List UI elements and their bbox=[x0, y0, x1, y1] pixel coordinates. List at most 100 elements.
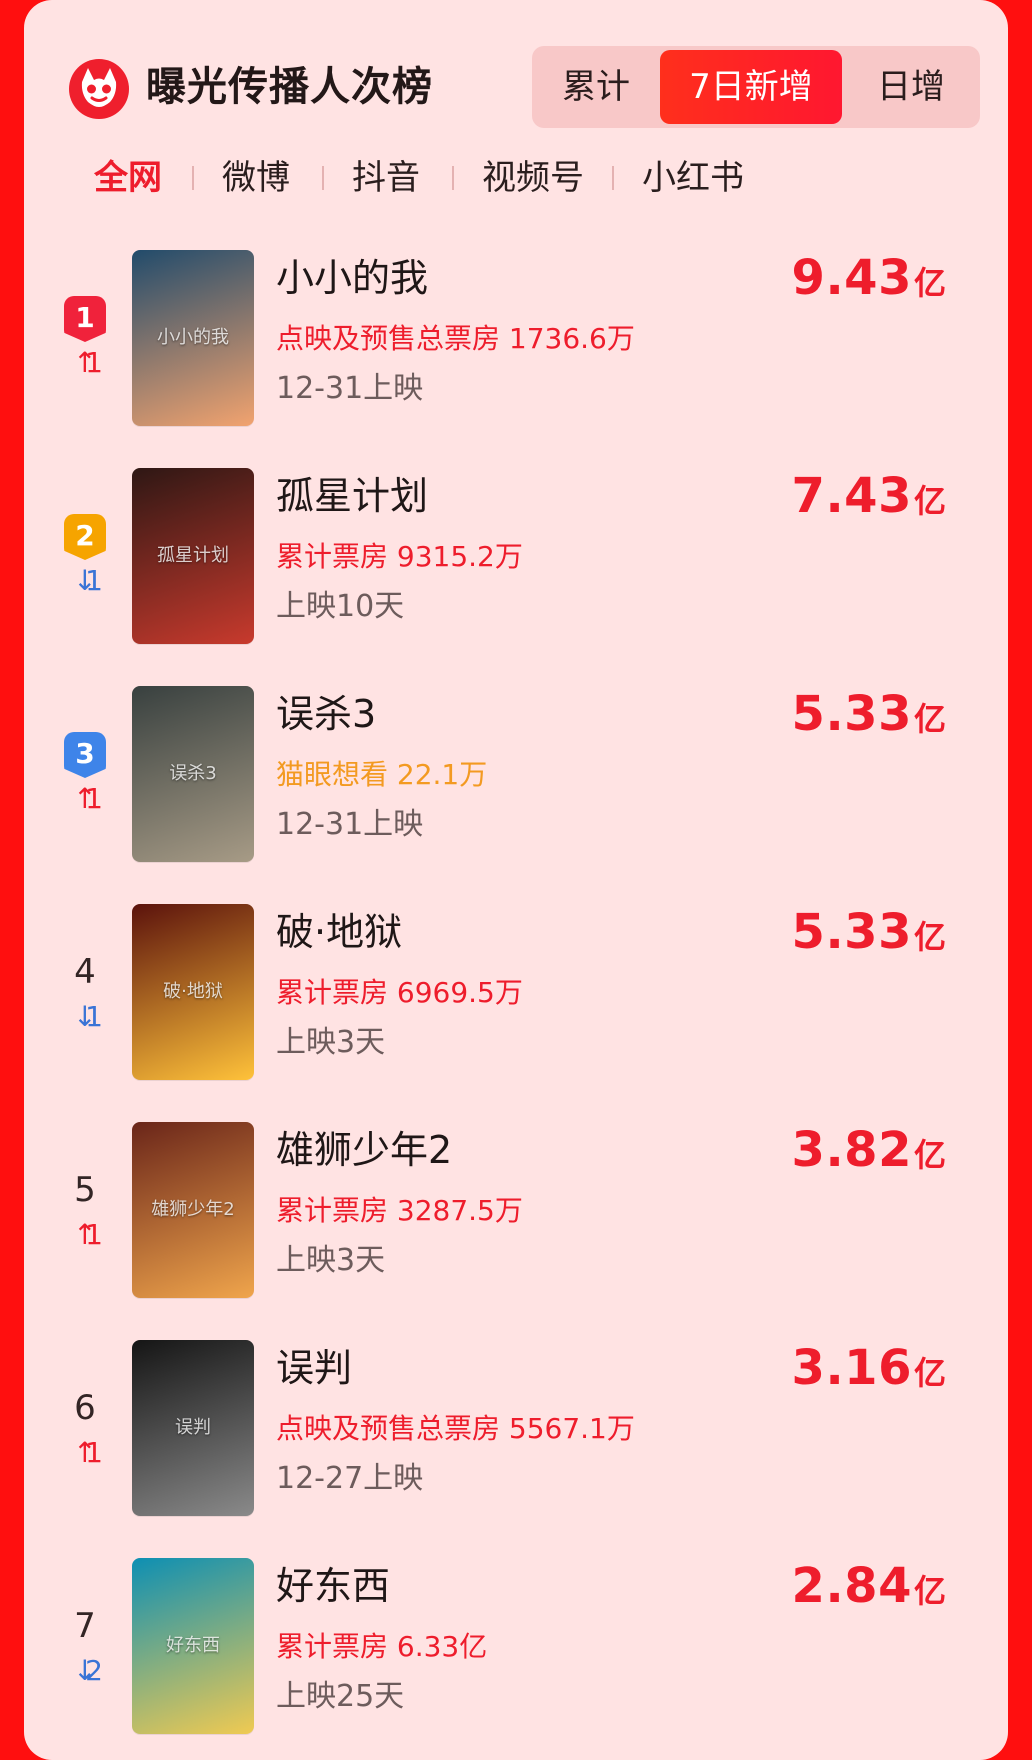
tab-divider bbox=[452, 166, 454, 190]
rank-change: ↑1 bbox=[62, 784, 114, 814]
rank-change-value: 1 bbox=[85, 1000, 103, 1033]
movie-row[interactable]: 5 ↑1 雄狮少年2 雄狮少年2 累计票房 3287.5万 上映3天 3.82亿 bbox=[24, 1122, 1008, 1342]
rank-change-value: 1 bbox=[85, 564, 103, 597]
movie-poster[interactable]: 雄狮少年2 bbox=[132, 1122, 254, 1298]
rank-change-value: 1 bbox=[85, 1218, 103, 1251]
movie-box-office-info: 累计票房 6.33亿 bbox=[276, 1630, 488, 1663]
rank-cell: 2 ↓1 bbox=[62, 506, 114, 626]
movie-title[interactable]: 孤星计划 bbox=[276, 468, 428, 524]
movie-row[interactable]: 1 ↑1 小小的我 小小的我 点映及预售总票房 1736.6万 12-31上映 9.43亿 bbox=[24, 250, 1008, 470]
tab-cumulative[interactable]: 累计 bbox=[540, 50, 652, 124]
exposure-unit: 亿 bbox=[913, 1572, 946, 1610]
movie-poster[interactable]: 小小的我 bbox=[132, 250, 254, 426]
tab-7day-new[interactable]: 7日新增 bbox=[660, 50, 842, 124]
movie-poster[interactable]: 误杀3 bbox=[132, 686, 254, 862]
arrow-down-icon: ↓ bbox=[73, 1654, 97, 1687]
rank-change: ↓2 bbox=[62, 1656, 114, 1686]
arrow-down-icon: ↓ bbox=[73, 564, 97, 597]
poster-title: 误判 bbox=[175, 1417, 211, 1439]
exposure-number: 3.82 bbox=[791, 1122, 912, 1178]
arrow-up-icon: ↑ bbox=[73, 346, 97, 379]
movie-box-office-info: 累计票房 3287.5万 bbox=[276, 1194, 523, 1227]
exposure-value: 3.82亿 bbox=[792, 1122, 946, 1189]
movie-title[interactable]: 误判 bbox=[276, 1340, 352, 1396]
arrow-up-icon: ↑ bbox=[73, 782, 97, 815]
movie-poster[interactable]: 好东西 bbox=[132, 1558, 254, 1734]
exposure-unit: 亿 bbox=[913, 482, 946, 520]
exposure-number: 7.43 bbox=[791, 468, 912, 524]
poster-title: 孤星计划 bbox=[157, 545, 229, 567]
movie-poster[interactable]: 破·地狱 bbox=[132, 904, 254, 1080]
rank-cell: 6 ↑1 bbox=[62, 1378, 114, 1498]
movie-row[interactable]: 6 ↑1 误判 误判 点映及预售总票房 5567.1万 12-27上映 3.16亿 bbox=[24, 1340, 1008, 1560]
rank-change: ↑1 bbox=[62, 1438, 114, 1468]
movie-title[interactable]: 好东西 bbox=[276, 1558, 390, 1614]
exposure-value: 2.84亿 bbox=[792, 1558, 946, 1625]
rank-number: 6 bbox=[74, 1388, 96, 1428]
rank-cell: 3 ↑1 bbox=[62, 724, 114, 844]
movie-release-info: 12-31上映 bbox=[276, 807, 424, 842]
rank-cell: 1 ↑1 bbox=[62, 288, 114, 408]
arrow-up-icon: ↑ bbox=[73, 1218, 97, 1251]
exposure-unit: 亿 bbox=[913, 264, 946, 302]
rank-change-value: 1 bbox=[85, 1436, 103, 1469]
movie-box-office-info: 点映及预售总票房 1736.6万 bbox=[276, 322, 635, 355]
page-title: 曝光传播人次榜 bbox=[146, 64, 433, 110]
rank-change: ↑1 bbox=[62, 1220, 114, 1250]
movie-release-info: 12-27上映 bbox=[276, 1461, 424, 1496]
rank-change-value: 1 bbox=[85, 346, 103, 379]
tab-weibo[interactable]: 微博 bbox=[222, 156, 290, 200]
poster-title: 破·地狱 bbox=[163, 981, 223, 1003]
rank-change: ↓1 bbox=[62, 566, 114, 596]
tab-douyin[interactable]: 抖音 bbox=[352, 156, 420, 200]
movie-box-office-info: 猫眼想看 22.1万 bbox=[276, 758, 488, 791]
rank-cell: 7 ↓2 bbox=[62, 1596, 114, 1716]
movie-row[interactable]: 3 ↑1 误杀3 误杀3 猫眼想看 22.1万 12-31上映 5.33亿 bbox=[24, 686, 1008, 906]
tab-divider bbox=[192, 166, 194, 190]
movie-title[interactable]: 误杀3 bbox=[276, 686, 376, 742]
movie-release-info: 上映10天 bbox=[276, 589, 405, 624]
movie-poster[interactable]: 孤星计划 bbox=[132, 468, 254, 644]
arrow-up-icon: ↑ bbox=[73, 1436, 97, 1469]
movie-title[interactable]: 小小的我 bbox=[276, 250, 428, 306]
tab-daily-new[interactable]: 日增 bbox=[850, 50, 972, 124]
movie-row[interactable]: 2 ↓1 孤星计划 孤星计划 累计票房 9315.2万 上映10天 7.43亿 bbox=[24, 468, 1008, 688]
tab-video-account[interactable]: 视频号 bbox=[482, 156, 584, 200]
exposure-value: 5.33亿 bbox=[792, 904, 946, 971]
period-switch: 累计 7日新增 日增 bbox=[532, 46, 980, 128]
movie-release-info: 上映3天 bbox=[276, 1025, 386, 1060]
tab-divider bbox=[322, 166, 324, 190]
tab-all-network[interactable]: 全网 bbox=[94, 156, 162, 200]
exposure-value: 3.16亿 bbox=[792, 1340, 946, 1407]
tab-divider bbox=[612, 166, 614, 190]
exposure-value: 5.33亿 bbox=[792, 686, 946, 753]
poster-title: 雄狮少年2 bbox=[151, 1199, 235, 1221]
exposure-unit: 亿 bbox=[913, 918, 946, 956]
exposure-unit: 亿 bbox=[913, 1136, 946, 1174]
exposure-number: 5.33 bbox=[791, 686, 912, 742]
exposure-value: 7.43亿 bbox=[792, 468, 946, 535]
movie-release-info: 上映3天 bbox=[276, 1243, 386, 1278]
rank-cell: 5 ↑1 bbox=[62, 1160, 114, 1280]
movie-row[interactable]: 7 ↓2 好东西 好东西 累计票房 6.33亿 上映25天 2.84亿 bbox=[24, 1558, 1008, 1760]
rank-badge: 2 bbox=[64, 514, 106, 560]
movie-box-office-info: 累计票房 6969.5万 bbox=[276, 976, 523, 1009]
rank-number: 4 bbox=[74, 952, 96, 992]
movie-box-office-info: 点映及预售总票房 5567.1万 bbox=[276, 1412, 635, 1445]
rank-badge: 1 bbox=[64, 296, 106, 342]
movie-row[interactable]: 4 ↓1 破·地狱 破·地狱 累计票房 6969.5万 上映3天 5.33亿 bbox=[24, 904, 1008, 1124]
movie-title[interactable]: 雄狮少年2 bbox=[276, 1122, 452, 1178]
movie-poster[interactable]: 误判 bbox=[132, 1340, 254, 1516]
tab-xiaohongshu[interactable]: 小红书 bbox=[642, 156, 744, 200]
ranking-card: 曝光传播人次榜 累计 7日新增 日增 全网 微博 抖音 视频号 小红书 1 ↑1 小… bbox=[24, 0, 1008, 1760]
rank-change: ↑1 bbox=[62, 348, 114, 378]
movie-box-office-info: 累计票房 9315.2万 bbox=[276, 540, 523, 573]
movie-title[interactable]: 破·地狱 bbox=[276, 904, 402, 960]
movie-release-info: 上映25天 bbox=[276, 1679, 405, 1714]
rank-change-value: 1 bbox=[85, 782, 103, 815]
exposure-unit: 亿 bbox=[913, 700, 946, 738]
cat-logo-icon bbox=[68, 58, 130, 120]
exposure-value: 9.43亿 bbox=[792, 250, 946, 317]
poster-title: 好东西 bbox=[166, 1635, 220, 1657]
poster-title: 误杀3 bbox=[169, 763, 217, 785]
